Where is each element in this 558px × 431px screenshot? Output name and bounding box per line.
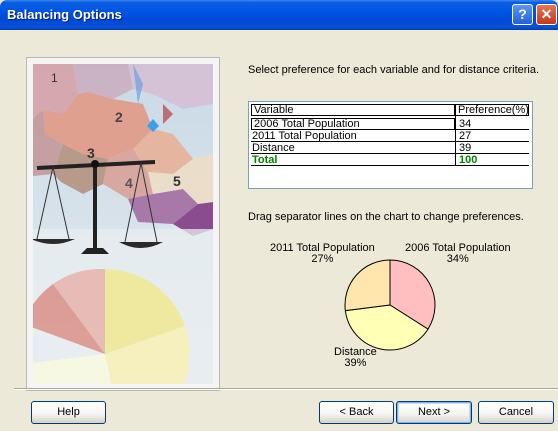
preference-pie-chart[interactable]: 2011 Total Population 27% 2006 Total Pop… bbox=[248, 232, 538, 372]
district-label-5: 5 bbox=[173, 173, 181, 189]
drag-hint-text: Drag separator lines on the chart to cha… bbox=[248, 211, 524, 223]
help-icon[interactable]: ? bbox=[512, 4, 533, 25]
pie-label-2006-percent: 34% bbox=[446, 253, 469, 265]
wizard-illustration: 1 2 3 4 5 bbox=[26, 57, 220, 391]
grid-line bbox=[455, 116, 456, 166]
close-icon[interactable]: ✕ bbox=[536, 4, 557, 25]
title-bar: Balancing Options ? ✕ bbox=[0, 0, 558, 30]
column-header-variable[interactable]: Variable bbox=[251, 104, 455, 116]
grid-line bbox=[251, 165, 529, 166]
bottom-separator bbox=[14, 388, 558, 390]
map-scales-image: 1 2 3 4 5 bbox=[33, 64, 213, 384]
cancel-button[interactable]: Cancel bbox=[478, 401, 554, 424]
pie-label-distance: Distance 39% bbox=[334, 347, 377, 369]
grid-line bbox=[251, 153, 529, 154]
grid-line bbox=[251, 129, 529, 130]
next-button[interactable]: Next > bbox=[396, 401, 472, 424]
pie-label-2011-percent: 27% bbox=[311, 253, 334, 265]
district-label-2: 2 bbox=[115, 109, 123, 125]
district-label-1: 1 bbox=[51, 71, 58, 85]
district-label-4: 4 bbox=[125, 175, 133, 191]
pie-slice-2011[interactable] bbox=[344, 259, 391, 312]
instructions-text: Select preference for each variable and … bbox=[248, 64, 540, 76]
pie-label-2006: 2006 Total Population 34% bbox=[405, 243, 511, 265]
preferences-table: Variable Preference(%) 2006 Total Popula… bbox=[248, 101, 533, 189]
back-button[interactable]: < Back bbox=[319, 401, 394, 424]
pie-label-2011: 2011 Total Population 27% bbox=[270, 243, 375, 265]
pie-label-distance-percent: 39% bbox=[344, 357, 367, 369]
column-header-preference[interactable]: Preference(%) bbox=[455, 104, 529, 116]
help-button[interactable]: Help bbox=[31, 401, 106, 424]
window-title: Balancing Options bbox=[7, 7, 122, 22]
grid-line bbox=[251, 141, 529, 142]
table-header-row: Variable Preference(%) bbox=[249, 104, 532, 116]
district-label-3: 3 bbox=[87, 145, 95, 161]
